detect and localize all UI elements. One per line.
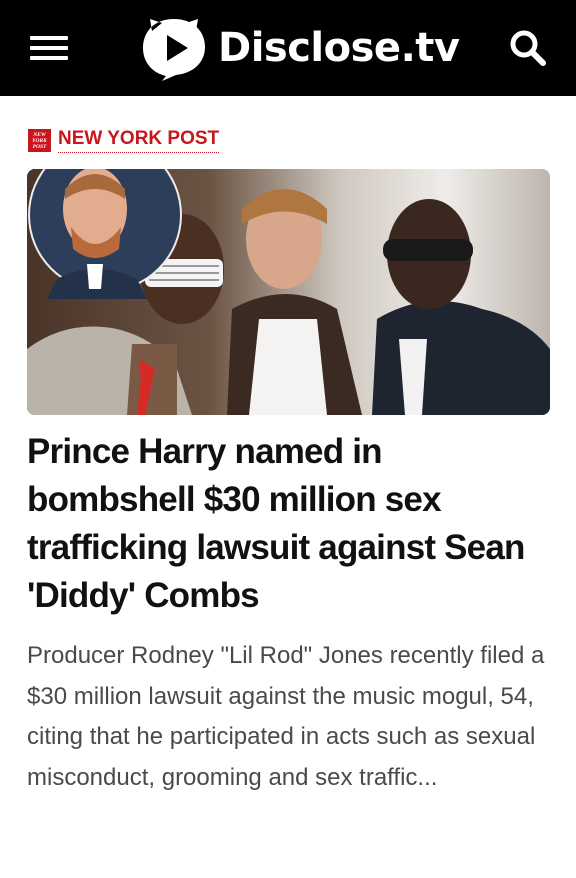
search-icon[interactable] xyxy=(508,28,548,68)
article-summary: Producer Rodney "Lil Rod" Jones recently… xyxy=(27,642,545,791)
hamburger-menu-icon[interactable] xyxy=(30,33,70,63)
disclose-logo-icon xyxy=(143,19,205,81)
article-source[interactable]: NEW YORK POST NEW YORK POST xyxy=(28,128,220,153)
brand-logo[interactable]: Disclose.tv xyxy=(140,14,460,82)
article-headline[interactable]: Prince Harry named in bombshell $30 mill… xyxy=(27,428,547,620)
hero-photo xyxy=(27,169,550,415)
new-york-post-logo-icon: NEW YORK POST xyxy=(28,129,51,152)
menu-line xyxy=(30,36,68,40)
brand-name: Disclose.tv xyxy=(218,25,460,71)
article-hero-image[interactable] xyxy=(27,169,550,415)
menu-line xyxy=(30,56,68,60)
source-logo-line: POST xyxy=(32,143,47,150)
source-name-link[interactable]: NEW YORK POST xyxy=(58,128,220,153)
top-app-bar: Disclose.tv xyxy=(0,0,576,96)
menu-line xyxy=(30,46,68,50)
